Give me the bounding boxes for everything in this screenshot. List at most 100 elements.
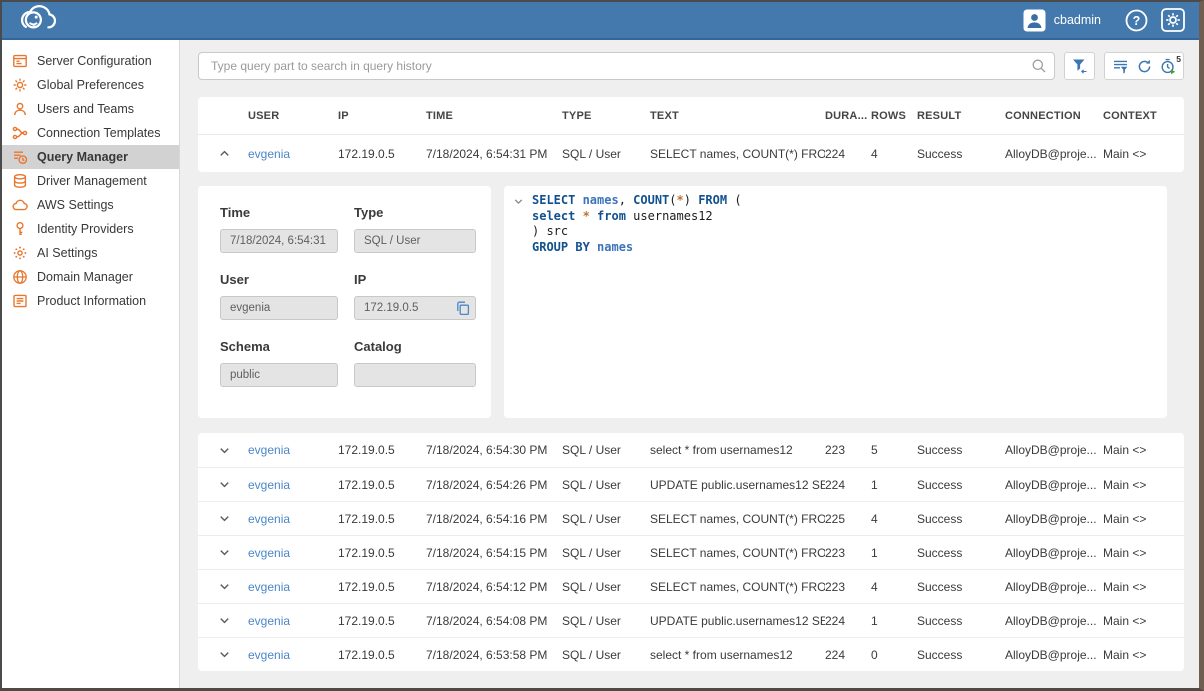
- row-rows: 0: [871, 648, 917, 662]
- row-text: SELECT names, COUNT(*) FRO...: [650, 546, 825, 560]
- expand-row-button[interactable]: [212, 443, 248, 458]
- row-user-link[interactable]: evgenia: [248, 147, 338, 161]
- cloudbeaver-logo[interactable]: [16, 3, 62, 38]
- expand-row-button[interactable]: [212, 545, 248, 560]
- column-header-type[interactable]: TYPE: [562, 110, 650, 122]
- sidebar-item-global-preferences[interactable]: Global Preferences: [2, 73, 179, 97]
- sidebar-item-domain-manager[interactable]: Domain Manager: [2, 265, 179, 289]
- filter-button[interactable]: [1064, 52, 1095, 80]
- product-information-icon: [12, 293, 28, 309]
- sidebar-item-label: AI Settings: [37, 246, 97, 260]
- row-result: Success: [917, 580, 1005, 594]
- code-fold-chevron-icon[interactable]: [512, 195, 525, 208]
- sidebar-item-ai-settings[interactable]: AI Settings: [2, 241, 179, 265]
- table-row[interactable]: evgenia 172.19.0.5 7/18/2024, 6:54:08 PM…: [198, 603, 1184, 637]
- row-user-link[interactable]: evgenia: [248, 512, 338, 526]
- sidebar-item-users-and-teams[interactable]: Users and Teams: [2, 97, 179, 121]
- column-header-time[interactable]: TIME: [426, 110, 562, 122]
- chevron-down-icon: [217, 579, 232, 594]
- chevron-up-icon: [217, 146, 232, 161]
- column-header-context[interactable]: CONTEXT: [1103, 110, 1184, 122]
- row-user-link[interactable]: evgenia: [248, 648, 338, 662]
- column-header-result[interactable]: RESULT: [917, 110, 1005, 122]
- identity-providers-icon: [12, 221, 28, 237]
- collapse-row-button[interactable]: [212, 146, 248, 161]
- row-time: 7/18/2024, 6:54:26 PM: [426, 478, 562, 492]
- server-configuration-icon: [12, 53, 28, 69]
- copy-icon[interactable]: [455, 300, 471, 316]
- column-header-user[interactable]: USER: [248, 110, 338, 122]
- expand-row-button[interactable]: [212, 579, 248, 594]
- administration-button[interactable]: [1161, 8, 1185, 32]
- row-connection: AlloyDB@proje...: [1005, 614, 1103, 628]
- row-rows: 4: [871, 512, 917, 526]
- global-preferences-icon: [12, 77, 28, 93]
- sidebar-item-label: Domain Manager: [37, 270, 133, 284]
- field-type-input[interactable]: [354, 229, 476, 253]
- table-row[interactable]: evgenia 172.19.0.5 7/18/2024, 6:54:26 PM…: [198, 467, 1184, 501]
- filter-icon: [1071, 58, 1088, 75]
- column-header-text[interactable]: TEXT: [650, 110, 825, 122]
- row-rows: 4: [871, 147, 917, 161]
- sidebar-item-server-configuration[interactable]: Server Configuration: [2, 49, 179, 73]
- expand-row-button[interactable]: [212, 511, 248, 526]
- row-context: Main <>: [1103, 512, 1184, 526]
- user-menu[interactable]: cbadmin: [1023, 9, 1101, 32]
- row-user-link[interactable]: evgenia: [248, 580, 338, 594]
- auto-refresh-button[interactable]: 5: [1156, 54, 1180, 78]
- table-row[interactable]: evgenia 172.19.0.5 7/18/2024, 6:54:12 PM…: [198, 569, 1184, 603]
- field-user: User: [220, 272, 338, 320]
- sidebar-item-identity-providers[interactable]: Identity Providers: [2, 217, 179, 241]
- aws-settings-icon: [12, 197, 28, 213]
- expand-row-button[interactable]: [212, 647, 248, 662]
- help-button[interactable]: ?: [1124, 8, 1148, 32]
- chevron-down-icon: [217, 443, 232, 458]
- row-connection: AlloyDB@proje...: [1005, 443, 1103, 457]
- column-header-connection[interactable]: CONNECTION: [1005, 110, 1103, 122]
- log-filter-button[interactable]: [1108, 54, 1132, 78]
- sidebar-item-aws-settings[interactable]: AWS Settings: [2, 193, 179, 217]
- admin-sidebar: Server Configuration Global Preferences …: [2, 40, 180, 688]
- sql-query-text[interactable]: SELECT names, COUNT(*) FROM (select * fr…: [532, 193, 742, 255]
- field-user-input[interactable]: [220, 296, 338, 320]
- row-ip: 172.19.0.5: [338, 648, 426, 662]
- row-user-link[interactable]: evgenia: [248, 478, 338, 492]
- table-row-expanded[interactable]: evgenia 172.19.0.5 7/18/2024, 6:54:31 PM…: [198, 135, 1184, 172]
- row-result: Success: [917, 648, 1005, 662]
- column-header-ip[interactable]: IP: [338, 110, 426, 122]
- refresh-icon: [1136, 58, 1153, 75]
- search-input[interactable]: [198, 52, 1055, 80]
- expand-row-button[interactable]: [212, 613, 248, 628]
- column-header-duration[interactable]: DURA...: [825, 110, 871, 122]
- row-context: Main <>: [1103, 443, 1184, 457]
- topbar: cbadmin ?: [2, 2, 1199, 40]
- table-row[interactable]: evgenia 172.19.0.5 7/18/2024, 6:53:58 PM…: [198, 637, 1184, 671]
- row-time: 7/18/2024, 6:54:08 PM: [426, 614, 562, 628]
- table-row[interactable]: evgenia 172.19.0.5 7/18/2024, 6:54:16 PM…: [198, 501, 1184, 535]
- topbar-actions: cbadmin ?: [1023, 8, 1185, 32]
- table-row[interactable]: evgenia 172.19.0.5 7/18/2024, 6:54:30 PM…: [198, 433, 1184, 467]
- table-row[interactable]: evgenia 172.19.0.5 7/18/2024, 6:54:15 PM…: [198, 535, 1184, 569]
- field-schema-input[interactable]: [220, 363, 338, 387]
- refresh-button[interactable]: [1132, 54, 1156, 78]
- sidebar-item-driver-management[interactable]: Driver Management: [2, 169, 179, 193]
- chevron-down-icon: [217, 545, 232, 560]
- row-user-link[interactable]: evgenia: [248, 443, 338, 457]
- field-catalog-input[interactable]: [354, 363, 476, 387]
- connection-templates-icon: [12, 125, 28, 141]
- field-time-input[interactable]: [220, 229, 338, 253]
- ai-settings-icon: [12, 245, 28, 261]
- driver-management-icon: [12, 173, 28, 189]
- sidebar-item-query-manager[interactable]: Query Manager: [2, 145, 179, 169]
- expand-row-button[interactable]: [212, 477, 248, 492]
- row-duration: 223: [825, 580, 871, 594]
- query-properties-card: Time Type User IP: [198, 186, 491, 418]
- row-text: SELECT names, COUNT(*) FRO...: [650, 580, 825, 594]
- row-user-link[interactable]: evgenia: [248, 546, 338, 560]
- sidebar-item-product-information[interactable]: Product Information: [2, 289, 179, 313]
- row-rows: 5: [871, 443, 917, 457]
- sidebar-item-connection-templates[interactable]: Connection Templates: [2, 121, 179, 145]
- row-user-link[interactable]: evgenia: [248, 614, 338, 628]
- chevron-down-icon: [217, 477, 232, 492]
- column-header-rows[interactable]: ROWS: [871, 110, 917, 122]
